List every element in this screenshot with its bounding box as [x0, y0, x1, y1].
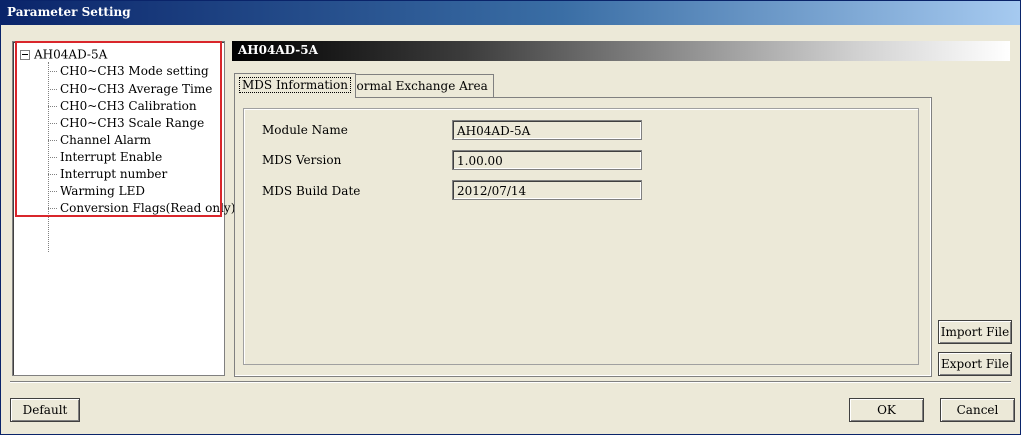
bottom-separator — [10, 381, 1011, 383]
mds-info-group — [243, 108, 919, 365]
mds-build-date-label: MDS Build Date — [262, 184, 361, 198]
tree-item-average-time[interactable]: CH0~CH3 Average Time — [48, 82, 212, 96]
tree-item-label: CH0~CH3 Scale Range — [60, 116, 205, 130]
tree-item-label: Channel Alarm — [60, 133, 152, 147]
tree-item-label: CH0~CH3 Calibration — [60, 99, 197, 113]
default-button[interactable]: Default — [10, 398, 80, 422]
tree-item-interrupt-number[interactable]: Interrupt number — [48, 167, 167, 181]
tab-label: MDS Information — [239, 77, 351, 93]
module-header-title: AH04AD-5A — [238, 43, 318, 57]
title-bar[interactable]: Parameter Setting — [1, 1, 1020, 25]
tree-item-label: Interrupt number — [60, 167, 168, 181]
tree-root-node[interactable]: AH04AD-5A — [20, 47, 108, 62]
tree-item-label: CH0~CH3 Average Time — [60, 82, 213, 96]
tree-item-interrupt-enable[interactable]: Interrupt Enable — [48, 150, 162, 164]
tree-item-label: Warming LED — [60, 184, 145, 198]
tree-item-mode-setting[interactable]: CH0~CH3 Mode setting — [48, 64, 209, 78]
cancel-button[interactable]: Cancel — [940, 398, 1015, 422]
import-file-button[interactable]: Import File — [938, 320, 1012, 344]
mds-version-field: 1.00.00 — [452, 150, 642, 170]
module-tree[interactable]: AH04AD-5A CH0~CH3 Mode setting CH0~CH3 A… — [12, 41, 235, 376]
tree-item-scale-range[interactable]: CH0~CH3 Scale Range — [48, 116, 204, 130]
module-name-label: Module Name — [262, 123, 348, 137]
ok-button[interactable]: OK — [849, 398, 924, 422]
export-file-button[interactable]: Export File — [938, 352, 1012, 376]
tab-label: Normal Exchange Area — [346, 79, 488, 93]
tab-mds-information[interactable]: MDS Information — [234, 73, 356, 98]
mds-build-date-field: 2012/07/14 — [452, 180, 642, 200]
tab-normal-exchange-area[interactable]: Normal Exchange Area — [340, 74, 494, 97]
tree-item-warming-led[interactable]: Warming LED — [48, 184, 145, 198]
tree-item-calibration[interactable]: CH0~CH3 Calibration — [48, 99, 197, 113]
window-title: Parameter Setting — [7, 5, 131, 19]
tree-item-label: Conversion Flags(Read only) — [60, 201, 236, 215]
tree-item-channel-alarm[interactable]: Channel Alarm — [48, 133, 151, 147]
module-name-field: AH04AD-5A — [452, 120, 642, 140]
tree-item-label: Interrupt Enable — [60, 150, 163, 164]
collapse-icon[interactable] — [20, 49, 30, 60]
module-header: AH04AD-5A — [232, 41, 1010, 61]
tree-item-label: CH0~CH3 Mode setting — [60, 64, 209, 78]
tree-item-conversion-flags[interactable]: Conversion Flags(Read only) — [48, 201, 235, 215]
tree-root-label: AH04AD-5A — [34, 47, 108, 62]
mds-version-label: MDS Version — [262, 153, 342, 167]
